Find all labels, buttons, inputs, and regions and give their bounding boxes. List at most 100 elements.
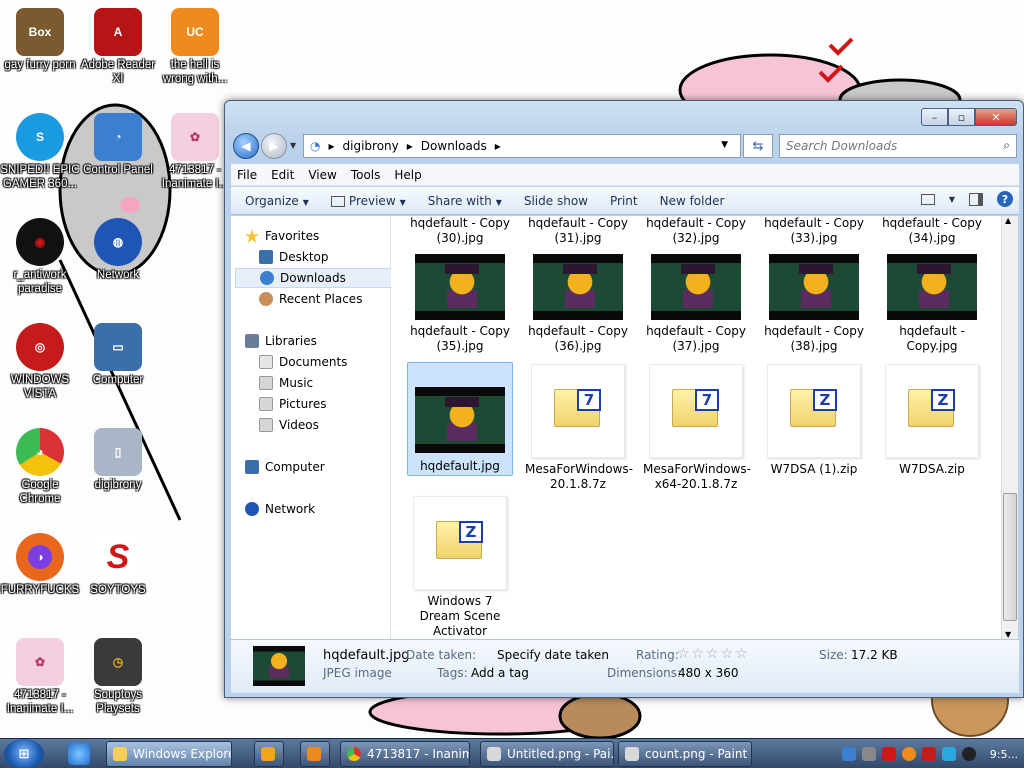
- address-dropdown-icon[interactable]: ▼: [721, 140, 728, 150]
- desktop-icon[interactable]: ◍ Network: [78, 218, 158, 282]
- folder-location-icon: ◔: [310, 139, 321, 153]
- menu-file[interactable]: File: [237, 168, 257, 182]
- file-item[interactable]: hqdefault - Copy.jpg: [879, 254, 985, 354]
- taskbar-media-player[interactable]: [254, 741, 284, 767]
- file-item[interactable]: 7 MesaForWindows-x64-20.1.8.7z: [643, 364, 751, 492]
- file-item[interactable]: hqdefault - Copy (31).jpg: [525, 216, 631, 246]
- breadcrumb-separator-icon[interactable]: ▸: [495, 139, 501, 153]
- slide-show-button[interactable]: Slide show: [524, 194, 588, 208]
- file-item[interactable]: hqdefault - Copy (30).jpg: [407, 216, 513, 246]
- share-with-button[interactable]: Share with ▼: [428, 194, 502, 208]
- desktop-icon[interactable]: ◉ r_antiwork paradise: [0, 218, 80, 296]
- desktop-icon[interactable]: ◕ Google Chrome: [0, 428, 80, 506]
- desktop-icon[interactable]: S SOYTOYS: [78, 533, 158, 597]
- file-item[interactable]: hqdefault - Copy (32).jpg: [643, 216, 749, 246]
- scroll-up-icon[interactable]: ▲: [1005, 216, 1011, 225]
- desktop-icon[interactable]: ◑ FURRYFUCKS: [0, 533, 80, 597]
- file-item[interactable]: Z Windows 7 Dream Scene Activator 1.1.zip: [407, 496, 513, 639]
- file-item[interactable]: hqdefault - Copy (38).jpg: [761, 254, 867, 354]
- desktop-icon[interactable]: Box gay furry porn: [0, 8, 80, 72]
- desktop-icon[interactable]: ◔ Control Panel: [78, 113, 158, 177]
- tags-label: Tags:: [437, 666, 468, 680]
- tray-app-icon[interactable]: [861, 747, 876, 761]
- search-input[interactable]: Search Downloads ⌕: [779, 134, 1017, 158]
- breadcrumb-separator-icon[interactable]: ▸: [407, 139, 413, 153]
- menu-tools[interactable]: Tools: [351, 168, 381, 182]
- clock[interactable]: 9:5...: [990, 748, 1018, 761]
- file-item[interactable]: Z W7DSA (1).zip: [761, 364, 867, 477]
- tray-app-icon[interactable]: [881, 747, 896, 761]
- file-item-selected[interactable]: hqdefault.jpg: [407, 362, 513, 476]
- recent-pages-dropdown-icon[interactable]: ▼: [290, 141, 296, 150]
- maximize-button[interactable]: ▫: [948, 108, 975, 126]
- file-item[interactable]: hqdefault - Copy (34).jpg: [879, 216, 985, 246]
- taskbar-paint-untitled[interactable]: Untitled.png - Pai...: [480, 741, 614, 767]
- breadcrumb-digibrony[interactable]: digibrony: [343, 139, 399, 153]
- box-game-icon: Box: [16, 8, 64, 56]
- breadcrumb-downloads[interactable]: Downloads: [421, 139, 487, 153]
- nav-favorites[interactable]: Favorites: [245, 226, 403, 246]
- desktop-icon[interactable]: ▭ Computer: [78, 323, 158, 387]
- change-view-icon[interactable]: [920, 193, 935, 205]
- menu-help[interactable]: Help: [394, 168, 421, 182]
- vertical-scrollbar[interactable]: ▲ ▼: [1001, 216, 1018, 639]
- preview-pane-icon[interactable]: [969, 192, 983, 206]
- details-pane: hqdefault.jpg JPEG image Date taken: Spe…: [231, 639, 1019, 693]
- file-item[interactable]: 7 MesaForWindows-20.1.8.7z: [525, 364, 633, 492]
- taskbar-uc-browser[interactable]: [300, 741, 330, 767]
- refresh-button[interactable]: ⇆: [743, 134, 773, 158]
- desktop-icon[interactable]: S SNIPED!! EPIC GAMER 360...: [0, 113, 80, 191]
- desktop-icon[interactable]: ◷ Souptoys Playsets: [78, 638, 158, 716]
- organize-button[interactable]: Organize ▼: [245, 194, 309, 208]
- address-bar[interactable]: ◔ ▸ digibrony ▸ Downloads ▸ ▼: [303, 134, 741, 158]
- back-button[interactable]: ◀: [233, 133, 259, 159]
- file-item[interactable]: hqdefault - Copy (37).jpg: [643, 254, 749, 354]
- file-item[interactable]: hqdefault - Copy (36).jpg: [525, 254, 631, 354]
- desktop-icon-label: Souptoys Playsets: [94, 689, 142, 715]
- scrollbar-thumb[interactable]: [1003, 493, 1017, 621]
- date-taken-value[interactable]: Specify date taken: [497, 648, 609, 662]
- print-button[interactable]: Print: [610, 194, 638, 208]
- menu-edit[interactable]: Edit: [271, 168, 294, 182]
- tags-value[interactable]: Add a tag: [471, 666, 529, 680]
- file-item[interactable]: hqdefault - Copy (35).jpg: [407, 254, 513, 354]
- menu-view[interactable]: View: [308, 168, 336, 182]
- desktop-icon[interactable]: ◎ WINDOWS VISTA: [0, 323, 80, 401]
- taskbar-paint-count[interactable]: count.png - Paint: [618, 741, 752, 767]
- taskbar-chrome-window[interactable]: 4713817 - Inanim...: [340, 741, 470, 767]
- nav-music-label: Music: [279, 376, 314, 390]
- file-item[interactable]: hqdefault - Copy (33).jpg: [761, 216, 867, 246]
- close-button[interactable]: ✕: [975, 108, 1017, 126]
- nav-network[interactable]: Network: [245, 499, 403, 519]
- rating-label: Rating:: [636, 648, 679, 662]
- desktop-icon[interactable]: ✿ 4713817 - Inanimate I...: [0, 638, 80, 716]
- file-item[interactable]: Z W7DSA.zip: [879, 364, 985, 477]
- minimize-button[interactable]: –: [921, 108, 948, 126]
- scroll-down-icon[interactable]: ▼: [1005, 630, 1011, 639]
- new-folder-button[interactable]: New folder: [660, 194, 725, 208]
- internet-explorer-icon[interactable]: [68, 743, 90, 765]
- tray-network-icon[interactable]: [941, 747, 956, 761]
- system-tray: 9:5...: [836, 739, 1024, 768]
- breadcrumb-separator-icon[interactable]: ▸: [328, 139, 334, 153]
- nav-downloads[interactable]: Downloads: [235, 268, 393, 288]
- desktop-icon[interactable]: ✿ 4713817 - Inanimate I...: [155, 113, 235, 191]
- help-icon[interactable]: ?: [997, 191, 1013, 207]
- tray-volume-icon[interactable]: [961, 747, 976, 761]
- desktop-icon[interactable]: ▯ digibrony: [78, 428, 158, 492]
- taskbar-windows-explorer[interactable]: Windows Explorer: [106, 741, 232, 767]
- nav-libraries[interactable]: Libraries: [245, 331, 403, 351]
- taskbar: ⊞ Windows Explorer 4713817 - Inanim... U…: [0, 738, 1024, 768]
- forward-button[interactable]: ▶: [261, 133, 287, 159]
- view-dropdown-icon[interactable]: ▼: [949, 195, 955, 204]
- preview-button[interactable]: Preview ▼: [330, 194, 406, 208]
- desktop-icon[interactable]: UC the hell is wrong with...: [155, 8, 235, 86]
- start-button[interactable]: ⊞: [4, 739, 44, 768]
- nav-computer[interactable]: Computer: [245, 457, 403, 477]
- rating-stars[interactable]: ☆☆☆☆☆: [677, 646, 750, 662]
- tray-search-icon[interactable]: [901, 747, 916, 761]
- tray-app-icon[interactable]: [841, 747, 856, 761]
- tray-flag-icon[interactable]: [921, 747, 936, 761]
- desktop-icon-label: 4713817 - Inanimate I...: [6, 689, 74, 715]
- desktop-icon[interactable]: A Adobe Reader XI: [78, 8, 158, 86]
